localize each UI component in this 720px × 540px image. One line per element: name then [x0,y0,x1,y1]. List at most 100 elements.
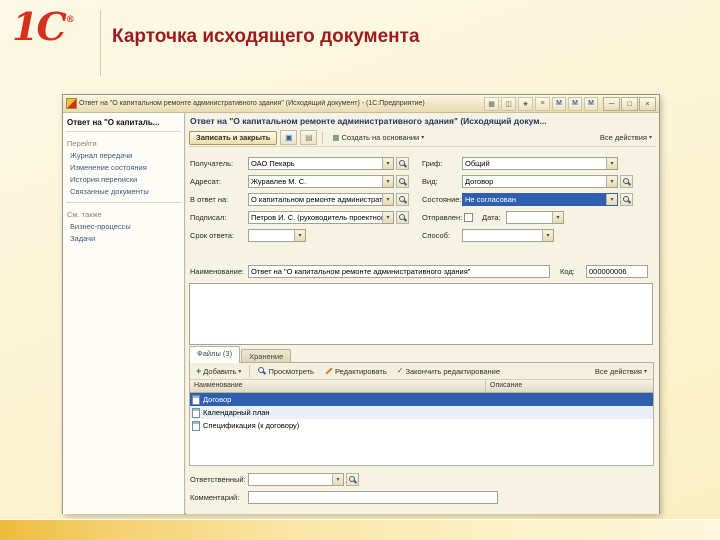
sidebar-item-correspondence-history[interactable]: История переписки [70,175,180,184]
add-file-button[interactable]: + Добавить ▾ [192,366,245,377]
toolbar-separator [322,131,324,144]
state-field[interactable]: Не согласован ▾ [462,193,618,206]
name-field[interactable]: Ответ на "О капитальном ремонте админист… [248,265,550,278]
sidebar-item-state-change[interactable]: Изменение состояния [70,163,180,172]
view-file-button[interactable]: Просмотреть [254,366,318,377]
table-row[interactable]: Договор [190,393,653,406]
search-icon [398,195,407,204]
sidebar-item-business-processes[interactable]: Бизнес-процессы [70,222,180,231]
tab-storage[interactable]: Хранение [241,349,292,363]
dropdown-icon[interactable]: ▾ [606,194,617,205]
field-label-in-reply-to: В ответ на: [190,195,229,204]
dropdown-icon[interactable]: ▾ [382,194,393,205]
sidebar-item-linked-documents[interactable]: Связанные документы [70,187,180,196]
sidebar-item-transfer-log[interactable]: Журнал передачи [70,151,180,160]
file-name: Договор [203,395,232,404]
dropdown-icon[interactable]: ▾ [606,158,617,169]
file-name: Календарный план [203,408,270,417]
dropdown-icon[interactable]: ▾ [382,212,393,223]
service-icon-4[interactable]: ≡ [535,96,550,111]
all-actions-button[interactable]: Все действия ▾ [596,132,656,143]
file-name: Спецификация (к договору) [203,421,300,430]
service-icon-2[interactable]: ◫ [501,96,516,111]
addressee-lookup-button[interactable] [396,175,409,188]
table-row[interactable]: Календарный план [190,406,653,419]
column-header-name[interactable]: Наименование [190,380,486,392]
state-lookup-button[interactable] [620,193,633,206]
all-actions-label: Все действия [599,133,647,142]
addressee-field[interactable]: Журавлев М. С. ▾ [248,175,394,188]
create-based-on-button[interactable]: ▦ Создать на основании ▾ [328,132,428,143]
reply-deadline-field[interactable]: ▾ [248,229,306,242]
kind-field[interactable]: Договор ▾ [462,175,618,188]
copy-icon[interactable]: ▤ [300,130,318,145]
1c-logo: 1С® [12,4,75,49]
responsible-lookup-button[interactable] [346,473,359,486]
service-icon-1[interactable]: ▦ [484,96,499,111]
save-icon[interactable]: ▣ [280,130,298,145]
in-reply-to-field[interactable]: О капитальном ремонте административного … [248,193,394,206]
window-controls: ─ □ × [603,96,656,111]
field-label-signed-by: Подписал: [190,213,227,222]
field-label-reply-deadline: Срок ответа: [190,231,234,240]
memory-button-3[interactable]: М [584,96,598,111]
signed-by-lookup-button[interactable] [396,211,409,224]
toolbar-separator [249,365,251,377]
dropdown-icon[interactable]: ▾ [382,158,393,169]
in-reply-to-lookup-button[interactable] [396,193,409,206]
service-icon-3[interactable]: ★ [518,96,533,111]
recipient-field[interactable]: ОАО Пекарь ▾ [248,157,394,170]
field-label-sent-date: Дата: [482,213,501,222]
form-title: Ответ на "О капитальном ремонте админист… [190,116,547,126]
field-label-classification: Гриф: [422,159,443,168]
table-row[interactable]: Спецификация (к договору) [190,419,653,432]
files-all-actions-button[interactable]: Все действия ▾ [591,366,651,377]
recipient-lookup-button[interactable] [396,157,409,170]
column-header-description[interactable]: Описание [486,380,653,392]
field-label-state: Состояние: [422,195,462,204]
minimize-icon[interactable]: ─ [603,96,620,111]
calendar-dropdown-icon[interactable]: ▾ [294,230,305,241]
kind-lookup-button[interactable] [620,175,633,188]
memory-button-1[interactable]: М [552,96,566,111]
finish-editing-button[interactable]: ✓ Закончить редактирование [393,366,504,377]
comment-field[interactable] [248,491,498,504]
dropdown-icon[interactable]: ▾ [382,176,393,187]
sent-date-field[interactable]: ▾ [506,211,564,224]
dropdown-icon[interactable]: ▾ [332,474,343,485]
calendar-dropdown-icon[interactable]: ▾ [552,212,563,223]
sent-checkbox[interactable] [464,213,473,222]
slide: 1С® Карточка исходящего документа Ответ … [0,0,720,540]
nav-header: Ответ на "О капиталь... [67,118,160,127]
save-and-close-button[interactable]: Записать и закрыть [189,130,278,145]
responsible-field[interactable]: ▾ [248,473,344,486]
dropdown-icon[interactable]: ▾ [606,176,617,187]
dropdown-icon[interactable]: ▾ [542,230,553,241]
page-title: Карточка исходящего документа [112,26,420,47]
maximize-icon[interactable]: □ [621,96,638,111]
edit-file-button[interactable]: Редактировать [320,366,391,377]
method-field[interactable]: ▾ [462,229,554,242]
slide-footer-band [0,519,720,540]
chevron-down-icon: ▾ [386,215,390,221]
form-toolbar: Записать и закрыть ▣ ▤ ▦ Создать на осно… [189,129,656,147]
registered-mark: ® [65,15,75,25]
tab-files[interactable]: Файлы (3) [189,346,241,363]
code-field[interactable]: 000000006 [586,265,648,278]
field-label-sent: Отправлен: [422,213,463,222]
sidebar-item-tasks[interactable]: Задачи [70,234,180,243]
kind-value: Договор [465,177,494,186]
create-based-on-label: Создать на основании [341,133,420,142]
chevron-down-icon: ▾ [648,135,652,141]
document-text-area[interactable] [189,283,653,345]
check-icon: ✓ [396,366,404,375]
memory-button-2[interactable]: М [568,96,582,111]
close-icon[interactable]: × [639,96,656,111]
signed-by-value: Петров И. С. (руководитель проектного бю… [251,213,382,222]
chevron-down-icon: ▾ [386,179,390,185]
classification-field[interactable]: Общий ▾ [462,157,618,170]
edit-file-label: Редактировать [334,366,387,376]
files-toolbar: + Добавить ▾ Просмотреть Редактировать ✓… [190,363,653,380]
search-icon [348,475,357,484]
signed-by-field[interactable]: Петров И. С. (руководитель проектного бю… [248,211,394,224]
